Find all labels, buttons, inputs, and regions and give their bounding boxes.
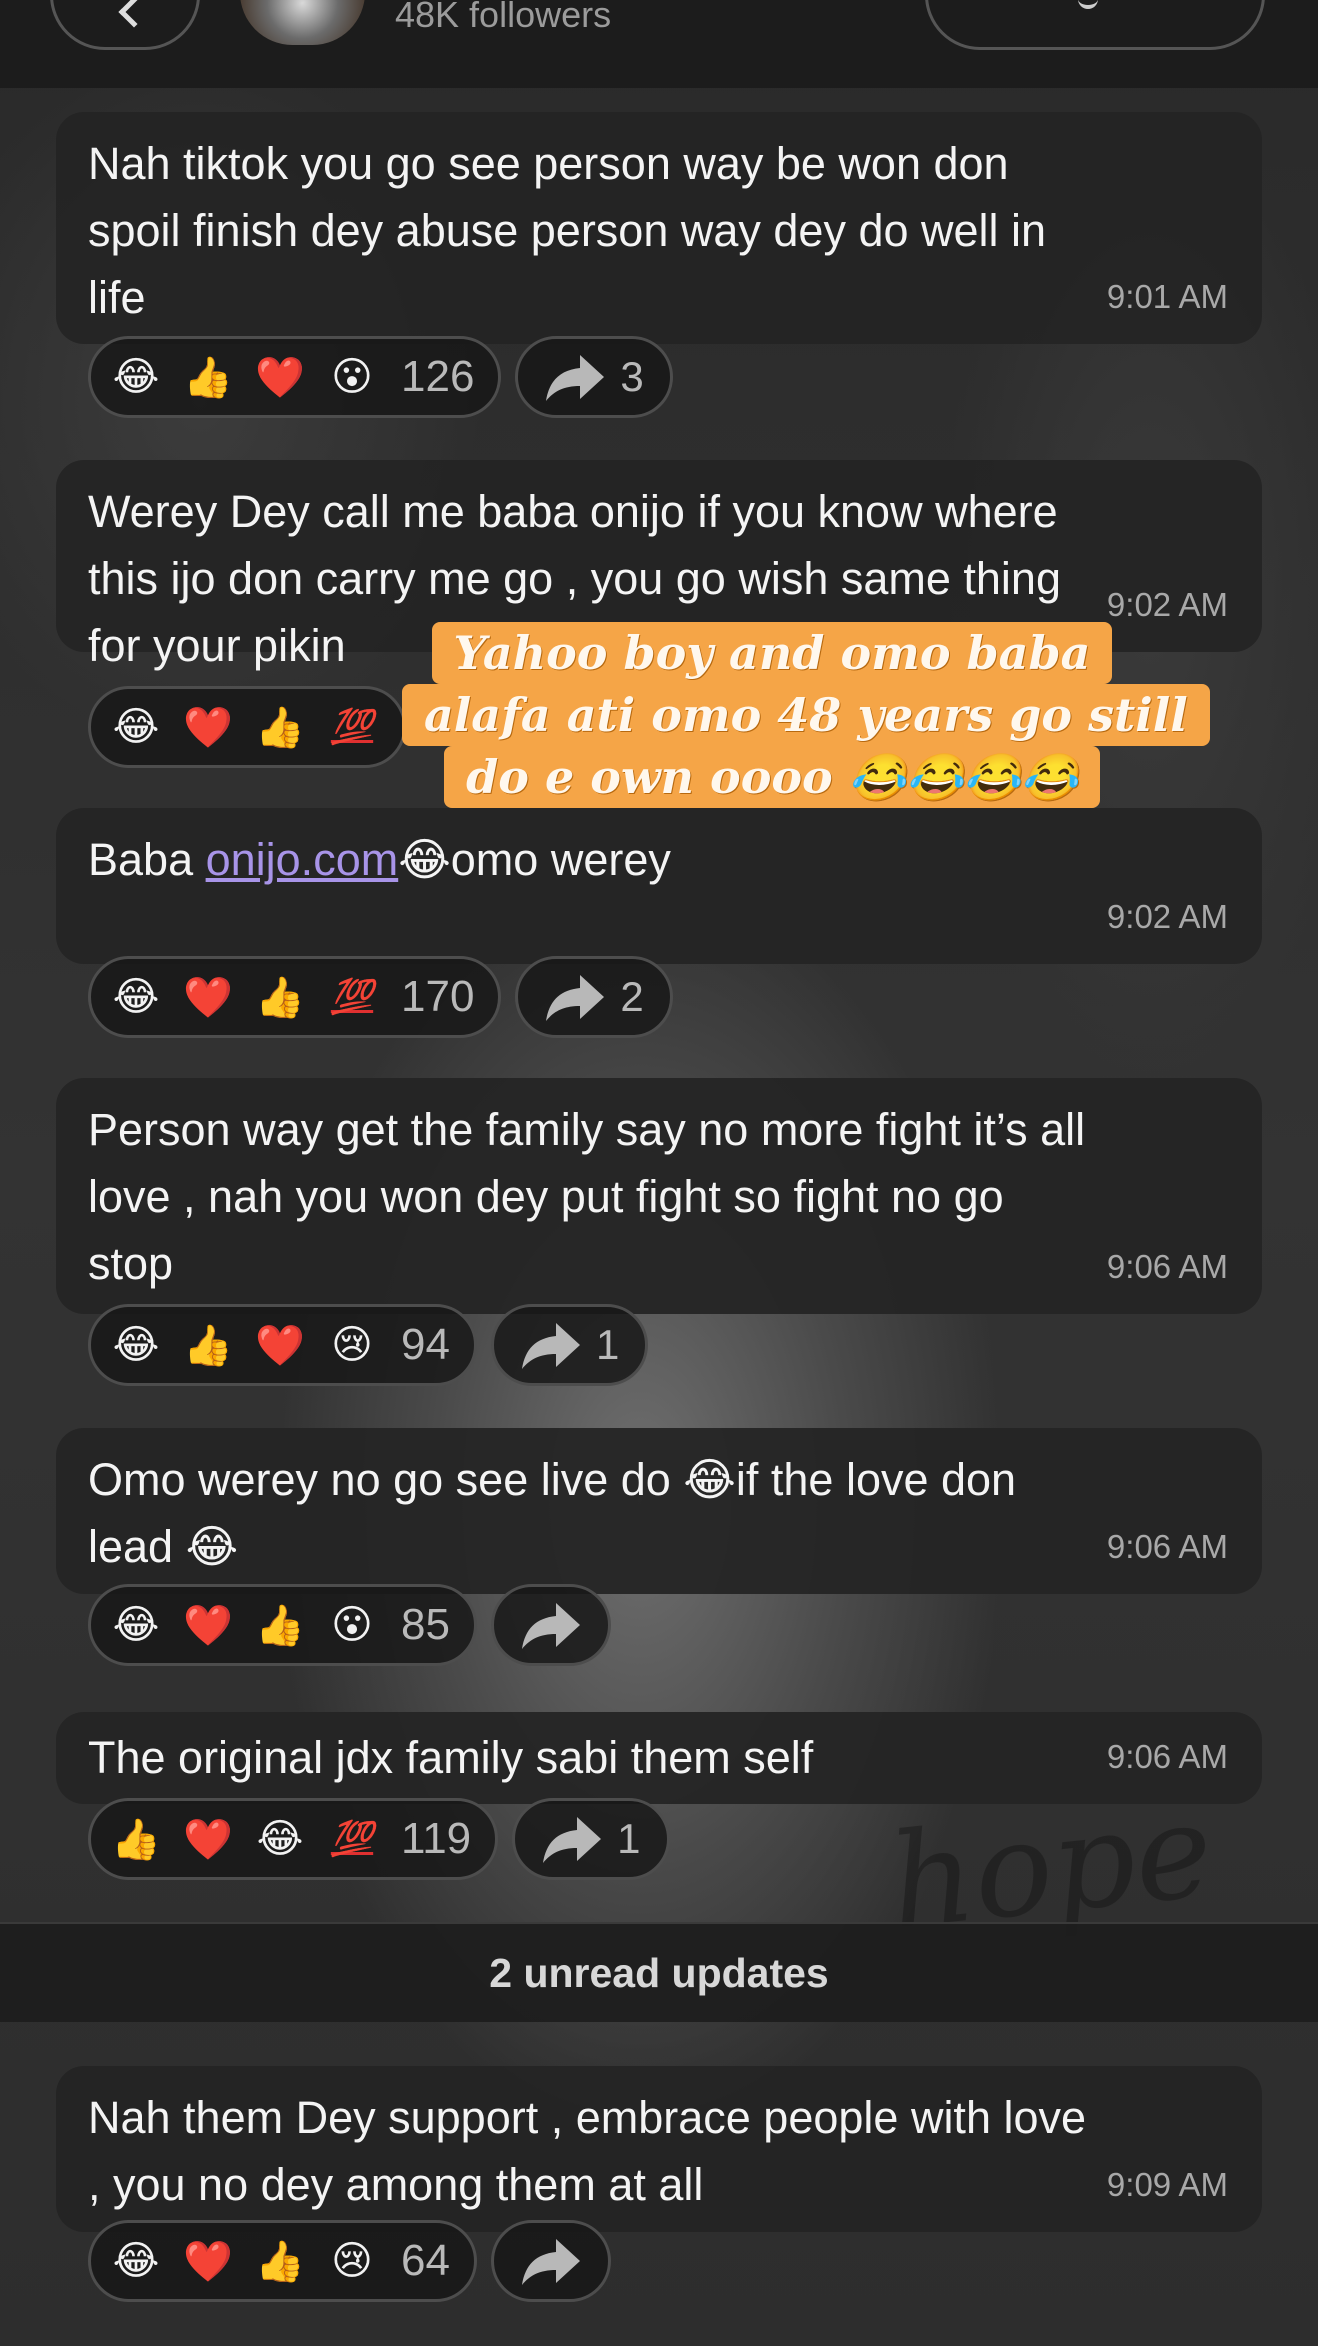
reactions-row: 😂 ❤️ 👍 😢 64 xyxy=(88,2220,611,2302)
heart-emoji-icon: ❤️ xyxy=(183,974,233,1021)
laugh-emoji-icon: 😂 xyxy=(112,2238,160,2284)
message-text: Omo werey no go see live do 😂if the love… xyxy=(88,1454,1017,1572)
reaction-count: 170 xyxy=(401,972,475,1021)
message-bubble[interactable]: Nah them Dey support , embrace people wi… xyxy=(56,2066,1262,2232)
share-button[interactable]: 2 xyxy=(515,956,673,1038)
surprised-emoji-icon: 😮 xyxy=(331,1602,373,1648)
reactions-pill[interactable]: 😂 ❤️ 👍 😮 85 xyxy=(88,1584,477,1666)
share-count: 1 xyxy=(617,1815,641,1862)
thumbs-up-emoji-icon: 👍 xyxy=(183,1322,233,1369)
heart-emoji-icon: ❤️ xyxy=(255,1322,305,1369)
share-button[interactable]: 1 xyxy=(512,1798,670,1880)
forward-arrow-icon xyxy=(521,2239,580,2285)
share-count: 2 xyxy=(620,973,644,1020)
forward-arrow-icon xyxy=(521,1323,580,1369)
thumbs-up-emoji-icon: 👍 xyxy=(183,354,233,401)
share-button[interactable] xyxy=(490,1584,611,1666)
laugh-emoji-icon: 😂 xyxy=(112,704,160,750)
reaction-count: 64 xyxy=(401,2236,450,2285)
share-button[interactable]: 1 xyxy=(490,1304,649,1386)
sticker-line: Yahoo boy and omo baba xyxy=(431,622,1113,684)
message-text: Baba onijo.com😂omo werey xyxy=(88,826,1230,893)
thumbs-up-emoji-icon: 👍 xyxy=(111,1816,161,1863)
message-time: 9:09 AM xyxy=(1106,2166,1228,2203)
laugh-emoji-icon: 😂 xyxy=(112,1602,160,1648)
reaction-count: 119 xyxy=(401,1814,472,1863)
chevron-left-icon xyxy=(118,0,150,28)
forward-arrow-icon xyxy=(543,1817,602,1863)
share-button[interactable] xyxy=(490,2220,611,2302)
laugh-emoji-icon: 😂 xyxy=(256,1816,304,1862)
back-button[interactable] xyxy=(50,0,200,50)
message-bubble[interactable]: Person way get the family say no more fi… xyxy=(56,1078,1262,1314)
surprised-emoji-icon: 😮 xyxy=(331,354,373,400)
thumbs-up-emoji-icon: 👍 xyxy=(255,2238,305,2285)
message-text: Person way get the family say no more fi… xyxy=(88,1104,1086,1289)
forward-arrow-icon xyxy=(521,1603,580,1649)
reaction-count: 94 xyxy=(401,1320,450,1369)
crying-emoji-icon: 😢 xyxy=(331,2238,373,2284)
crying-emoji-icon: 😢 xyxy=(331,1322,373,1368)
thumbs-up-emoji-icon: 👍 xyxy=(255,1602,305,1649)
sticker-line: alafa ati omo 48 years go still xyxy=(402,684,1210,746)
message-text: The original jdx family sabi them self xyxy=(88,1732,814,1783)
reactions-row: 😂 👍 ❤️ 😢 94 1 xyxy=(88,1304,649,1386)
reactions-pill[interactable]: 😂 👍 ❤️ 😮 126 xyxy=(88,336,502,418)
reactions-pill[interactable]: 😂 👍 ❤️ 😢 94 xyxy=(88,1304,477,1386)
reaction-count: 126 xyxy=(401,352,475,401)
message-text-start: Baba xyxy=(88,834,206,885)
forward-arrow-icon xyxy=(546,355,605,401)
hundred-emoji-icon: 💯 xyxy=(330,707,374,747)
message-bubble[interactable]: Baba onijo.com😂omo werey 9:02 AM xyxy=(56,808,1262,964)
reaction-count: 85 xyxy=(401,1600,450,1649)
laugh-emoji-icon: 😂 xyxy=(112,1322,160,1368)
message-time: 9:06 AM xyxy=(1106,1738,1228,1775)
message-bubble[interactable]: Nah tiktok you go see person way be won … xyxy=(56,112,1262,344)
heart-emoji-icon: ❤️ xyxy=(183,1602,233,1649)
reactions-row: 😂 ❤️ 👍 😮 85 xyxy=(88,1584,611,1666)
message-text: Nah tiktok you go see person way be won … xyxy=(88,138,1047,323)
share-count: 1 xyxy=(595,1321,620,1368)
laugh-emoji-icon: 😂 xyxy=(112,974,160,1020)
message-time: 9:01 AM xyxy=(1106,278,1228,315)
message-text-end: 😂omo werey xyxy=(398,834,671,885)
reactions-pill[interactable]: 👍 ❤️ 😂 💯 119 xyxy=(88,1798,499,1880)
reactions-row: 😂 ❤️ 👍 💯 170 2 xyxy=(88,956,673,1038)
followers-count: 48K followers xyxy=(395,0,612,35)
reactions-pill[interactable]: 😂 ❤️ 👍 💯 xyxy=(88,686,406,768)
message-bubble[interactable]: Omo werey no go see live do 😂if the love… xyxy=(56,1428,1262,1594)
message-bubble[interactable]: The original jdx family sabi them self 9… xyxy=(56,1712,1262,1804)
thumbs-up-emoji-icon: 👍 xyxy=(255,974,305,1021)
reactions-pill[interactable]: 😂 ❤️ 👍 💯 170 xyxy=(88,956,502,1038)
reactions-row: 👍 ❤️ 😂 💯 119 1 xyxy=(88,1798,670,1880)
laugh-emoji-icon: 😂 xyxy=(112,354,160,400)
heart-emoji-icon: ❤️ xyxy=(255,354,305,401)
forward-arrow-icon xyxy=(546,975,605,1021)
message-text: Nah them Dey support , embrace people wi… xyxy=(88,2092,1087,2210)
message-time: 9:02 AM xyxy=(1106,898,1228,935)
reactions-row: 😂 ❤️ 👍 💯 xyxy=(88,686,406,768)
reactions-pill[interactable]: 😂 ❤️ 👍 😢 64 xyxy=(88,2220,477,2302)
hundred-emoji-icon: 💯 xyxy=(330,977,374,1017)
message-link[interactable]: onijo.com xyxy=(206,834,399,885)
message-time: 9:06 AM xyxy=(1106,1528,1228,1565)
channel-header: 48K followers xyxy=(0,0,1318,88)
share-count: 3 xyxy=(620,353,644,400)
thumbs-up-emoji-icon: 👍 xyxy=(255,704,305,751)
hundred-emoji-icon: 💯 xyxy=(330,1819,374,1859)
text-sticker-overlay: Yahoo boy and omo baba alafa ati omo 48 … xyxy=(402,622,1210,808)
header-action-button[interactable] xyxy=(925,0,1265,50)
share-button[interactable]: 3 xyxy=(515,336,673,418)
reactions-row: 😂 👍 ❤️ 😮 126 3 xyxy=(88,336,673,418)
unread-updates-divider: 2 unread updates xyxy=(0,1922,1318,2022)
message-time: 9:06 AM xyxy=(1106,1248,1228,1285)
sticker-line: do e own oooo 😂😂😂😂 xyxy=(444,746,1100,808)
channel-avatar[interactable] xyxy=(240,0,365,45)
heart-emoji-icon: ❤️ xyxy=(183,2238,233,2285)
header-action-icon xyxy=(1078,0,1098,9)
heart-emoji-icon: ❤️ xyxy=(183,704,233,751)
heart-emoji-icon: ❤️ xyxy=(183,1816,233,1863)
